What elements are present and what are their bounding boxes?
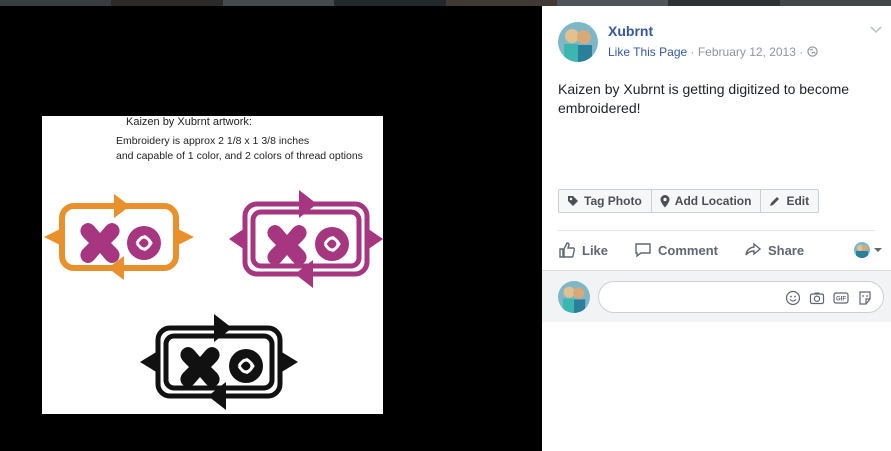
comment-input[interactable]: GIF — [598, 281, 884, 313]
location-pin-icon — [660, 194, 670, 207]
author-avatar[interactable] — [558, 22, 598, 62]
edit-button[interactable]: Edit — [761, 190, 818, 212]
post-sidebar: Xubrnt Like This Page · February 12, 201… — [542, 6, 891, 451]
logo-two-color — [44, 194, 194, 280]
thumbs-up-icon — [559, 242, 576, 258]
comment-composer: GIF — [542, 270, 891, 322]
gif-icon[interactable]: GIF — [833, 290, 849, 306]
photo-tools: Tag Photo Add Location Edit — [558, 189, 820, 213]
artwork-size-note: Embroidery is approx 2 1/8 x 1 3/8 inche… — [116, 135, 310, 147]
post-date[interactable]: February 12, 2013 — [698, 45, 796, 59]
caret-down-icon — [874, 248, 882, 252]
chevron-down-icon[interactable] — [869, 24, 883, 34]
post-meta: Like This Page · February 12, 2013 · — [608, 45, 818, 59]
add-location-button[interactable]: Add Location — [652, 190, 762, 212]
page-avatar-mini — [854, 242, 870, 258]
share-arrow-icon — [745, 242, 762, 256]
like-button[interactable]: Like — [558, 241, 608, 259]
divider — [558, 230, 875, 231]
photo-viewer: Kaizen by Xubrnt artwork: Embroidery is … — [0, 6, 542, 451]
share-button[interactable]: Share — [744, 241, 804, 259]
emoji-icon[interactable] — [785, 290, 801, 306]
comment-tools: GIF — [777, 290, 873, 306]
tag-photo-button[interactable]: Tag Photo — [559, 190, 652, 212]
audience-selector[interactable] — [854, 242, 883, 258]
post-actions: Like Comment Share — [558, 236, 883, 264]
artwork-color-note: and capable of 1 color, and 2 colors of … — [116, 150, 363, 162]
like-page-link[interactable]: Like This Page — [608, 45, 687, 59]
svg-text:GIF: GIF — [836, 297, 846, 303]
artwork-title: Kaizen by Xubrnt artwork: — [126, 116, 252, 128]
post-message: Kaizen by Xubrnt is getting digitized to… — [558, 81, 850, 116]
globe-icon — [806, 46, 818, 57]
sticker-icon[interactable] — [857, 290, 873, 306]
speech-bubble-icon — [635, 243, 651, 258]
logo-one-color-black — [140, 314, 298, 410]
artwork-photo[interactable]: Kaizen by Xubrnt artwork: Embroidery is … — [42, 116, 383, 414]
camera-icon[interactable] — [809, 290, 825, 306]
comment-button[interactable]: Comment — [634, 241, 718, 259]
author-name-link[interactable]: Xubrnt — [608, 23, 653, 39]
commenter-avatar — [558, 281, 590, 313]
tag-icon — [568, 196, 578, 206]
pencil-icon — [770, 197, 780, 206]
logo-one-color-magenta — [229, 190, 383, 288]
